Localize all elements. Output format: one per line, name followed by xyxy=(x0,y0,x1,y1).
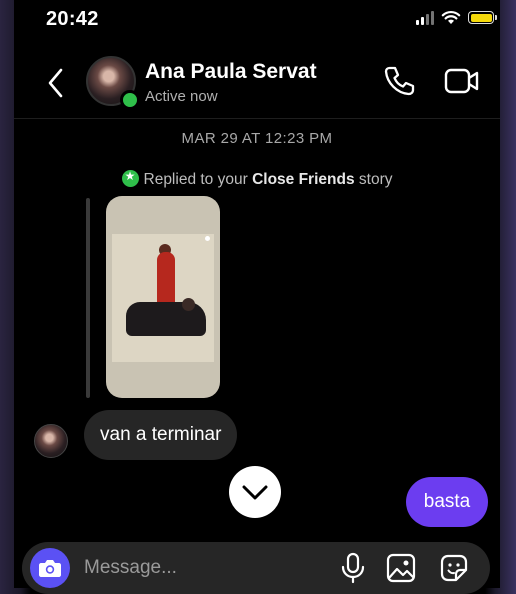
camera-icon xyxy=(39,560,61,577)
chevron-down-icon xyxy=(242,485,268,500)
back-arrow-icon[interactable] xyxy=(44,66,68,100)
story-reply-emphasis: Close Friends xyxy=(252,171,355,188)
sticker-icon[interactable] xyxy=(438,552,470,584)
gallery-icon[interactable] xyxy=(386,552,416,584)
story-reply-label: Replied to your Close Friends story xyxy=(14,169,500,189)
sender-avatar[interactable] xyxy=(34,424,68,458)
close-friends-star-icon xyxy=(121,169,139,187)
microphone-icon[interactable] xyxy=(340,552,366,584)
video-camera-icon[interactable] xyxy=(444,66,480,96)
phone-icon[interactable] xyxy=(382,64,416,98)
message-input[interactable] xyxy=(84,554,314,582)
battery-icon xyxy=(468,11,497,24)
contact-name[interactable]: Ana Paula Servat xyxy=(145,60,317,84)
story-photo xyxy=(112,234,214,362)
incoming-message-bubble[interactable]: van a terminar xyxy=(84,410,238,460)
cellular-signal-icon xyxy=(416,10,434,25)
chat-screen: 20:42 Ana Paula Servat Active now MAR 29… xyxy=(14,0,500,594)
message-timestamp: MAR 29 AT 12:23 PM xyxy=(181,130,333,147)
chat-header: Ana Paula Servat Active now xyxy=(14,50,500,119)
status-bar: 20:42 xyxy=(14,0,500,40)
online-status-dot xyxy=(120,90,140,110)
message-composer xyxy=(22,542,490,594)
story-thumbnail[interactable] xyxy=(106,196,220,398)
status-icons xyxy=(416,10,497,25)
contact-status: Active now xyxy=(145,88,218,105)
wifi-icon xyxy=(441,11,461,24)
reply-indicator-bar xyxy=(86,198,90,398)
scroll-to-bottom-button[interactable] xyxy=(229,466,281,518)
status-time: 20:42 xyxy=(46,8,99,30)
story-reply-prefix: Replied to your xyxy=(143,171,248,188)
story-reply-suffix: story xyxy=(358,171,393,188)
story-dot xyxy=(205,236,210,241)
camera-button[interactable] xyxy=(30,548,70,588)
outgoing-message-bubble[interactable]: basta xyxy=(406,477,488,527)
